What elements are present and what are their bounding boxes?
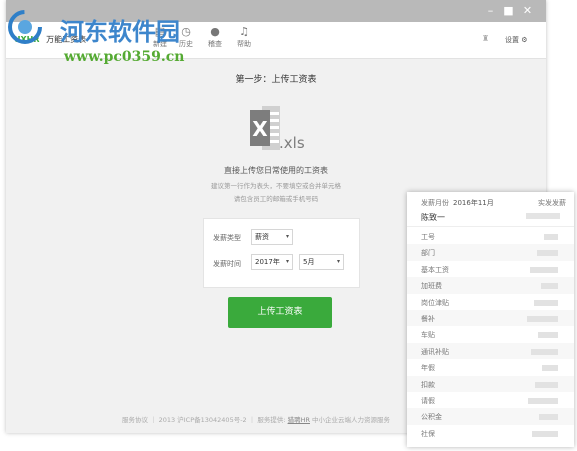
xls-file-icon: X .xls (248, 104, 308, 158)
pay-type-label: 发薪类型 (213, 234, 241, 242)
table-row: 社保 (407, 424, 574, 442)
notification-icon[interactable]: ♜ (482, 34, 489, 43)
row-label: 公积金 (421, 413, 442, 422)
svg-text:X: X (252, 117, 268, 141)
row-label: 扣款 (421, 380, 435, 389)
table-row: 公积金 (407, 408, 574, 425)
blurred-value (526, 213, 560, 219)
pay-month-label: 发薪月份 (421, 199, 449, 207)
maximize-icon[interactable]: ■ (503, 5, 514, 16)
footer-text: 服务协议 ｜ 2013 沪ICP备13042405号-2 ｜ 服务提供: (122, 416, 288, 424)
actual-pay-label: 实发发薪 (538, 199, 566, 207)
settings-button[interactable]: 设置 ⚙ (505, 35, 528, 45)
table-row: 通讯补贴 (407, 342, 574, 360)
pay-year-select[interactable]: 2017年 ▾ (251, 254, 293, 270)
table-row: 加班费 (407, 277, 574, 294)
row-label: 工号 (421, 233, 435, 241)
blurred-value (538, 332, 558, 339)
pay-type-select[interactable]: 薪资 ▾ (251, 229, 293, 245)
employee-name: 陈致一 (421, 213, 445, 222)
row-label: 加班费 (421, 282, 442, 291)
gear-icon: ⚙ (521, 36, 528, 44)
toolbar-help[interactable]: ♫ 帮助 (229, 26, 259, 50)
pay-time-label: 发薪时间 (213, 260, 241, 268)
footer: 服务协议 ｜ 2013 沪ICP备13042405号-2 ｜ 服务提供: 猎聘H… (122, 414, 390, 424)
row-label: 车贴 (421, 331, 435, 340)
table-row: 岗位津贴 (407, 293, 574, 310)
help-icon: ♫ (239, 25, 249, 38)
blurred-value (527, 316, 558, 322)
settings-label: 设置 (505, 36, 519, 44)
table-row: 部门 (407, 244, 574, 261)
upload-headline: 直接上传您日常使用的工资表 (224, 166, 328, 175)
row-label: 请假 (421, 397, 435, 405)
pay-month-value: 2016年11月 (453, 199, 494, 207)
watermark-logo-icon (8, 10, 42, 44)
step-title: 第一步：上传工资表 (235, 75, 317, 85)
upload-hint-1: 建议第一行作为表头，不要填空或合并单元格 (211, 182, 341, 190)
footer-suffix: 中小企业云端人力资源服务 (309, 416, 391, 424)
xls-label: .xls (279, 134, 305, 152)
chevron-down-icon: ▾ (336, 258, 340, 265)
panel-rows: 工号部门基本工资加班费岗位津贴餐补车贴通讯补贴年假扣款请假公积金社保 (407, 226, 574, 447)
blurred-value (528, 398, 558, 404)
pay-year-value: 2017年 (255, 258, 280, 266)
pay-month-value: 5月 (303, 258, 315, 266)
blurred-value (537, 250, 558, 257)
row-label: 年假 (421, 364, 435, 373)
row-label: 社保 (421, 429, 435, 438)
payslip-preview-panel: 发薪月份 2016年11月 实发发薪 陈致一 工号部门基本工资加班费岗位津贴餐补… (407, 192, 574, 447)
template-icon: ● (210, 25, 220, 38)
table-row: 餐补 (407, 310, 574, 327)
minimize-icon[interactable]: – (485, 5, 496, 16)
blurred-value (532, 430, 558, 437)
toolbar-template-label: 稽查 (208, 40, 222, 48)
blurred-value (539, 414, 558, 421)
blurred-value (530, 266, 558, 273)
row-label: 部门 (421, 249, 435, 258)
table-row: 扣款 (407, 375, 574, 392)
blurred-value (531, 348, 558, 355)
chevron-down-icon: ▾ (285, 233, 289, 240)
toolbar-help-label: 帮助 (237, 40, 251, 48)
watermark-title: 河东软件园 (60, 18, 180, 46)
row-label: 基本工资 (421, 265, 449, 274)
watermark-url: www.pc0359.cn (64, 49, 185, 65)
table-row: 年假 (407, 359, 574, 376)
blurred-value (541, 283, 558, 290)
row-label: 通讯补贴 (421, 347, 449, 356)
blurred-value (534, 299, 558, 306)
row-label: 岗位津贴 (421, 298, 449, 307)
chevron-down-icon: ▾ (285, 258, 289, 265)
pay-type-value: 薪资 (255, 233, 269, 241)
salary-form: 发薪类型 薪资 ▾ 发薪时间 2017年 ▾ 5月 ▾ (203, 218, 360, 288)
toolbar-template[interactable]: ● 稽查 (200, 26, 230, 50)
table-row: 工号 (407, 228, 574, 245)
blurred-value (544, 234, 558, 240)
close-icon[interactable]: ✕ (522, 5, 533, 16)
upload-button[interactable]: 上传工资表 (228, 297, 332, 328)
pay-month-select[interactable]: 5月 ▾ (299, 254, 344, 270)
row-label: 餐补 (421, 315, 435, 323)
footer-link[interactable]: 猎聘HR (288, 416, 310, 424)
table-row: 车贴 (407, 326, 574, 343)
blurred-value (542, 365, 558, 372)
blurred-value (535, 381, 558, 388)
table-row: 基本工资 (407, 260, 574, 278)
table-row: 请假 (407, 392, 574, 409)
